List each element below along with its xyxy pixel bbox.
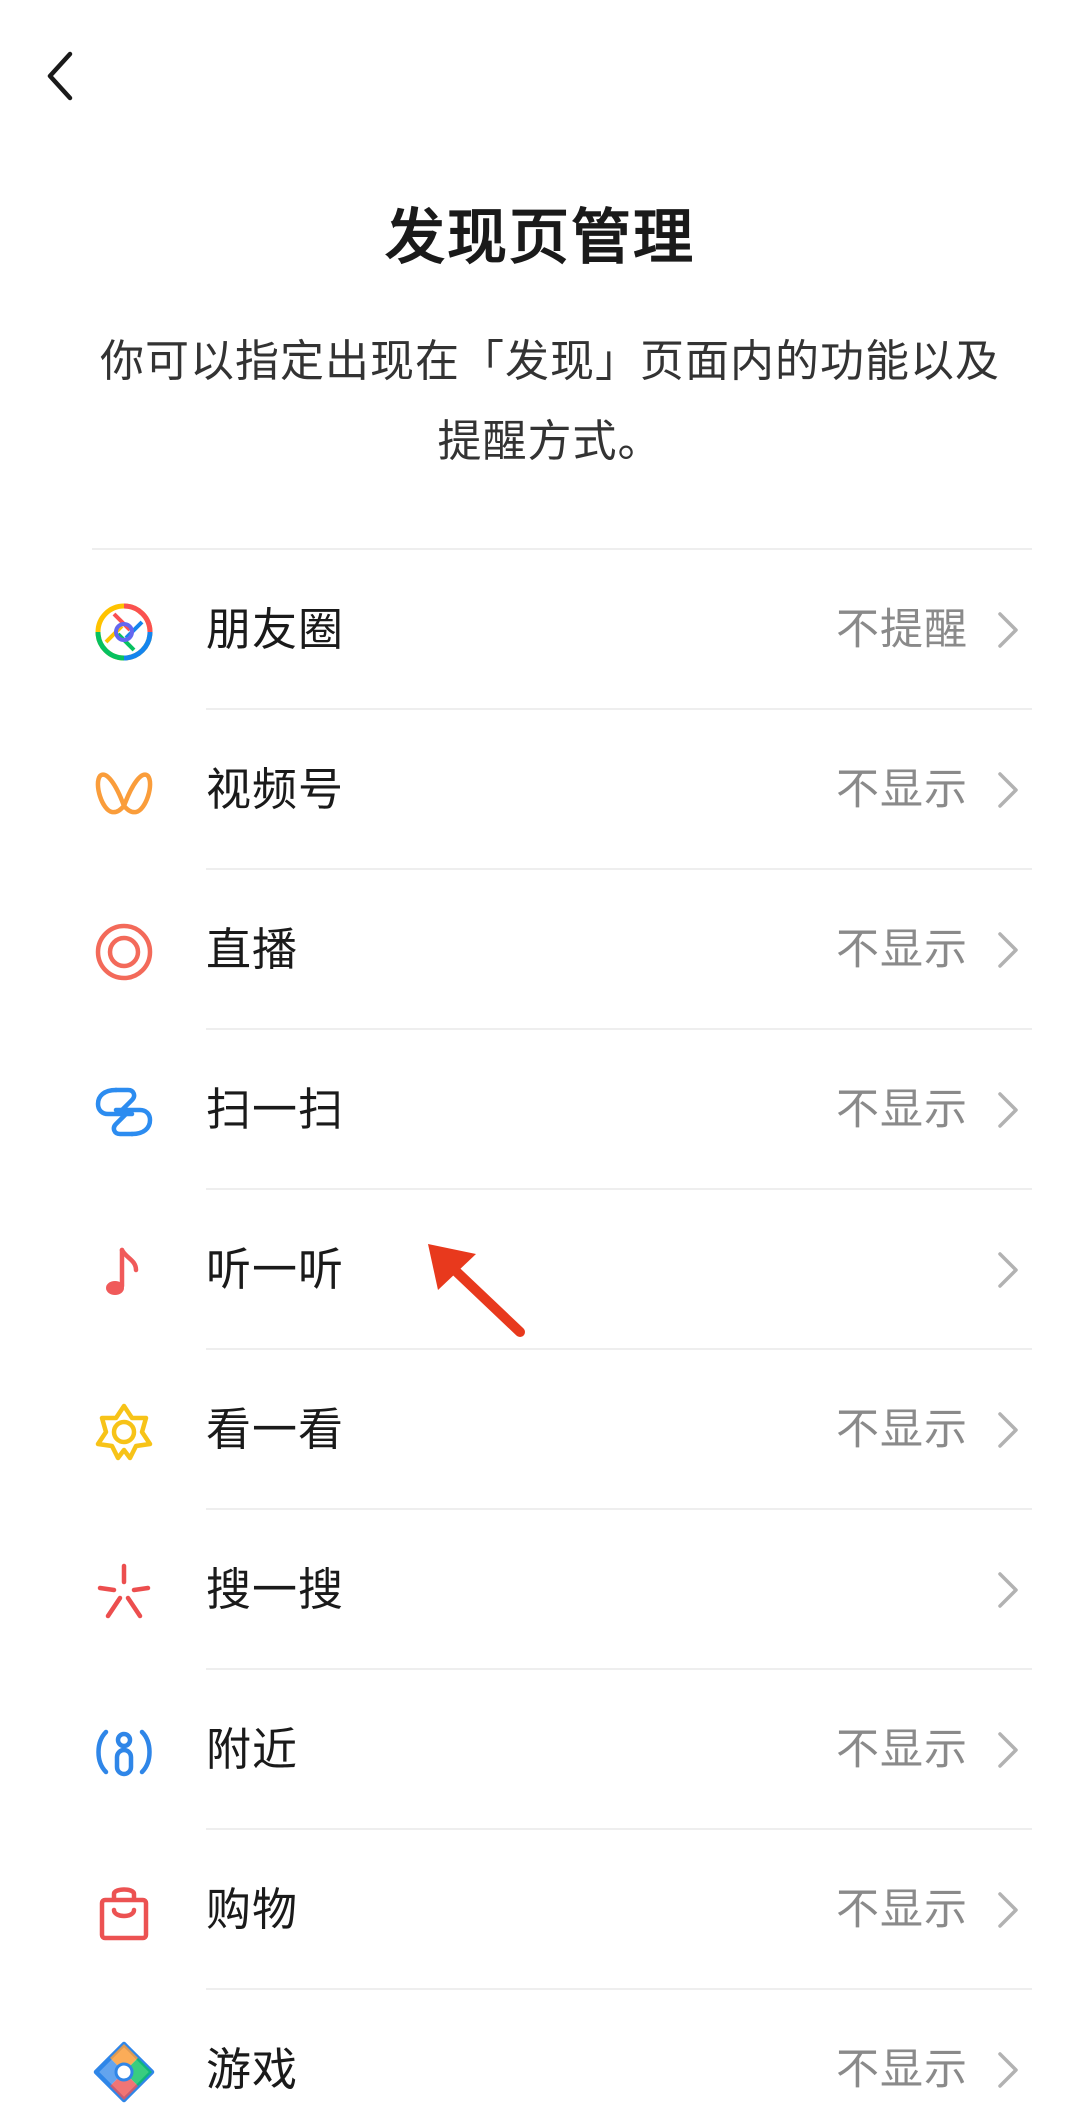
list-item-label: 搜一搜 <box>206 1563 345 1616</box>
chevron-right-icon <box>998 1892 1018 1928</box>
chevron-right-icon <box>998 1732 1018 1768</box>
list-item-label: 扫一扫 <box>206 1083 345 1136</box>
list-item-status: 不显示 <box>836 1405 968 1455</box>
list-item-label: 朋友圈 <box>206 603 345 656</box>
back-button[interactable] <box>36 44 96 108</box>
scan-icon <box>92 1080 156 1144</box>
list-item-status: 不显示 <box>836 1725 968 1775</box>
list-item-label: 看一看 <box>206 1403 345 1456</box>
list-item-status: 不显示 <box>836 1885 968 1935</box>
feature-list: 朋友圈 不提醒 视频号 不显示 直播 不显示 扫一扫 不显示 听一听 看一看 不… <box>0 550 1080 2109</box>
list-item-shopping[interactable]: 购物 不显示 <box>0 1830 1080 1990</box>
list-item-label: 视频号 <box>206 763 345 816</box>
list-item-label: 附近 <box>206 1723 299 1776</box>
list-item-status: 不提醒 <box>836 605 968 655</box>
list-item-listen[interactable]: 听一听 <box>0 1190 1080 1350</box>
music-note-icon <box>92 1240 156 1304</box>
nearby-icon <box>92 1720 156 1784</box>
list-item-label: 直播 <box>206 923 299 976</box>
shopping-bag-icon <box>92 1880 156 1944</box>
list-item-status: 不显示 <box>836 765 968 815</box>
chevron-right-icon <box>998 612 1018 648</box>
top-stories-icon <box>92 1400 156 1464</box>
games-icon <box>92 2040 156 2104</box>
chevron-left-icon <box>47 51 73 101</box>
list-item-nearby[interactable]: 附近 不显示 <box>0 1670 1080 1830</box>
chevron-right-icon <box>998 1092 1018 1128</box>
list-item-status: 不显示 <box>836 2045 968 2095</box>
moments-icon <box>92 600 156 664</box>
discover-management-page: 发现页管理 你可以指定出现在「发现」页面内的功能以及提醒方式。 朋友圈 不提醒 … <box>0 0 1080 2109</box>
chevron-right-icon <box>998 1412 1018 1448</box>
list-item-top-stories[interactable]: 看一看 不显示 <box>0 1350 1080 1510</box>
list-item-games[interactable]: 游戏 不显示 <box>0 1990 1080 2109</box>
list-item-moments[interactable]: 朋友圈 不提醒 <box>0 550 1080 710</box>
search-sparkle-icon <box>92 1560 156 1624</box>
list-item-label: 购物 <box>206 1883 299 1936</box>
live-icon <box>92 920 156 984</box>
list-item-scan[interactable]: 扫一扫 不显示 <box>0 1030 1080 1190</box>
chevron-right-icon <box>998 772 1018 808</box>
list-item-status: 不显示 <box>836 1085 968 1135</box>
page-title: 发现页管理 <box>385 203 695 273</box>
chevron-right-icon <box>998 932 1018 968</box>
list-item-label: 听一听 <box>206 1243 345 1296</box>
list-item-status: 不显示 <box>836 925 968 975</box>
list-item-label: 游戏 <box>206 2043 299 2096</box>
channels-icon <box>92 760 156 824</box>
list-item-live[interactable]: 直播 不显示 <box>0 870 1080 1030</box>
chevron-right-icon <box>998 1252 1018 1288</box>
page-description: 你可以指定出现在「发现」页面内的功能以及提醒方式。 <box>100 336 1000 467</box>
chevron-right-icon <box>998 1572 1018 1608</box>
annotation-arrow-icon <box>428 1244 525 1337</box>
list-item-channels[interactable]: 视频号 不显示 <box>0 710 1080 870</box>
chevron-right-icon <box>998 2052 1018 2088</box>
list-item-search[interactable]: 搜一搜 <box>0 1510 1080 1670</box>
